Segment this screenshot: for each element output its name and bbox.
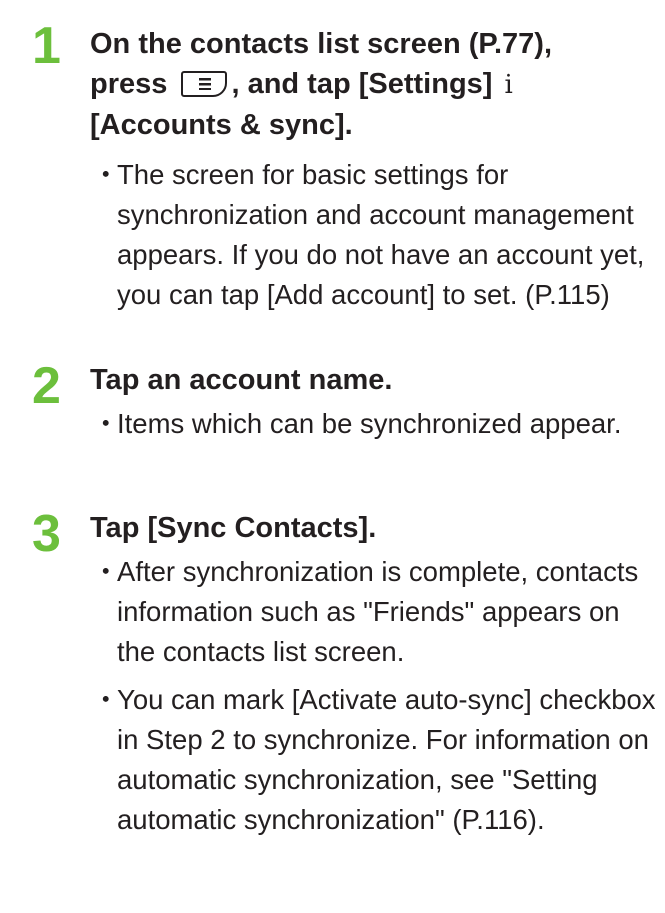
bullet-list: ・ The screen for basic settings for synch…	[90, 155, 657, 315]
bullet-dot: ・	[92, 556, 120, 587]
bullet-item: ・ The screen for basic settings for synch…	[90, 155, 657, 315]
manual-page: { "steps": [ { "number": "1", "heading":…	[0, 0, 665, 913]
heading-text: On the contacts list screen (P.77),	[90, 28, 553, 60]
bullet-item: ・ After synchronization is complete, cont…	[90, 552, 657, 672]
bullet-item: ・ Items which can be synchronized appear.	[90, 404, 657, 444]
heading-text: press	[90, 68, 168, 100]
step-heading: Tap [Sync Contacts].	[90, 512, 377, 544]
step-heading: Tap an account name.	[90, 364, 393, 396]
bullet-dot: ・	[92, 159, 120, 190]
arrow-glyph: i	[504, 70, 513, 100]
heading-text: , and tap [Settings]	[231, 68, 493, 100]
step-number: 1	[32, 17, 61, 75]
step-number: 3	[32, 505, 61, 563]
step-content: On the contacts list screen (P.77), pres…	[90, 24, 657, 315]
step-content: Tap an account name. ・ Items which can be…	[90, 360, 657, 444]
bullet-dot: ・	[92, 408, 120, 439]
bullet-item: ・ You can mark [Activate auto-sync] check…	[90, 680, 657, 840]
bullet-list: ・ Items which can be synchronized appear.	[90, 404, 657, 444]
step-heading: On the contacts list screen (P.77), pres…	[90, 24, 657, 145]
step-number: 2	[32, 357, 61, 415]
bullet-dot: ・	[92, 684, 120, 715]
bullet-list: ・ After synchronization is complete, cont…	[90, 552, 657, 840]
menu-key-icon	[181, 71, 228, 97]
heading-text: [Accounts & sync].	[90, 109, 353, 141]
step-content: Tap [Sync Contacts]. ・ After synchronizat…	[90, 508, 657, 840]
